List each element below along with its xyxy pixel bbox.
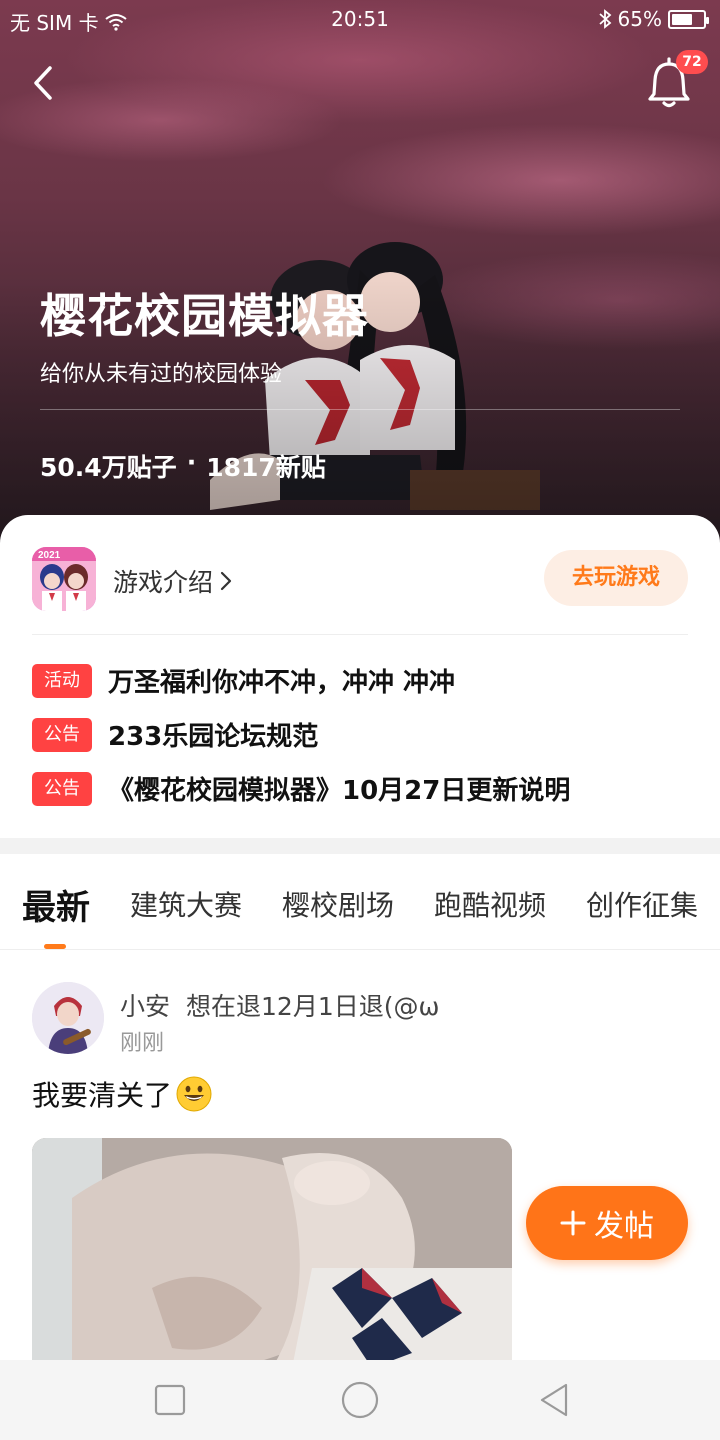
user-signature: 想在退12月1日退(@ω [186, 992, 440, 1021]
plus-icon [560, 1210, 586, 1236]
battery-percent: 65% [617, 7, 662, 31]
grinning-face-icon [176, 1076, 212, 1112]
forum-title: 樱花校园模拟器 [40, 289, 369, 343]
battery-icon [668, 9, 709, 29]
posts-count: 50.4万贴子 [40, 453, 177, 482]
game-intro-label: 游戏介绍 [113, 568, 214, 597]
post-author: 小安 想在退12月1日退(@ω [120, 987, 439, 1023]
post-text: 我要清关了 [32, 1079, 173, 1112]
forum-info-card: 2021 游戏介绍 去玩游戏 活动 万圣福利你冲不冲，冲冲 冲冲 公告 233乐… [0, 515, 720, 840]
card-divider [32, 634, 688, 635]
tab-latest[interactable]: 最新 [22, 880, 90, 929]
post-image[interactable] [32, 1138, 512, 1368]
notice-tag: 公告 [32, 771, 92, 806]
game-icon-art: 2021 [32, 547, 96, 611]
new-posts-count: 1817新贴 [206, 453, 326, 482]
status-bar: 无 SIM 卡 20:51 65% [0, 0, 720, 38]
avatar[interactable] [32, 982, 104, 1054]
chevron-right-icon [220, 571, 232, 591]
tab-creation-call[interactable]: 创作征集 [586, 884, 698, 924]
notice-item[interactable]: 活动 万圣福利你冲不冲，冲冲 冲冲 [32, 662, 455, 699]
notification-badge: 72 [676, 50, 708, 74]
post-content[interactable]: 我要清关了 [32, 1074, 212, 1114]
create-post-button[interactable]: 发帖 [526, 1186, 688, 1260]
notice-tag: 活动 [32, 663, 92, 698]
battery-level [672, 13, 692, 25]
forum-subtitle: 给你从未有过的校园体验 [40, 362, 283, 387]
banner-divider [40, 409, 680, 410]
section-separator [0, 838, 720, 854]
username[interactable]: 小安 [120, 987, 170, 1023]
back-button[interactable] [24, 60, 64, 106]
stats-separator: · [186, 448, 197, 477]
notice-tag: 公告 [32, 717, 92, 752]
play-game-button[interactable]: 去玩游戏 [544, 550, 688, 606]
tab-school-theater[interactable]: 樱校剧场 [282, 884, 394, 924]
active-tab-indicator [44, 944, 66, 949]
recent-apps-icon[interactable] [150, 1380, 190, 1420]
post-time: 刚刚 [120, 1031, 165, 1056]
notice-text: 万圣福利你冲不冲，冲冲 冲冲 [108, 668, 456, 698]
back-triangle-icon[interactable] [534, 1380, 574, 1420]
category-tabs: 最新 建筑大赛 樱校剧场 跑酷视频 创作征集 [0, 854, 720, 950]
avatar-image [32, 982, 104, 1054]
game-icon-badge: 2021 [38, 550, 61, 561]
create-post-label: 发帖 [594, 1209, 654, 1244]
forum-page: 无 SIM 卡 20:51 65% 72 樱花校园模拟器 给你从未有过的校园体验… [0, 0, 720, 1440]
forum-stats: 50.4万贴子 · 1817新贴 [40, 448, 326, 484]
game-app-icon[interactable]: 2021 [32, 547, 96, 611]
notice-text: 233乐园论坛规范 [108, 722, 319, 752]
system-nav-bar [0, 1360, 720, 1440]
tab-parkour-videos[interactable]: 跑酷视频 [434, 884, 546, 924]
home-icon[interactable] [340, 1380, 380, 1420]
post-photo [32, 1138, 512, 1368]
notice-item[interactable]: 公告 《樱花校园模拟器》10月27日更新说明 [32, 770, 570, 807]
game-intro-link[interactable]: 游戏介绍 [113, 563, 233, 599]
notice-item[interactable]: 公告 233乐园论坛规范 [32, 716, 318, 753]
notice-text: 《樱花校园模拟器》10月27日更新说明 [108, 776, 571, 806]
bluetooth-icon [598, 9, 611, 29]
tab-building-contest[interactable]: 建筑大赛 [130, 884, 242, 924]
